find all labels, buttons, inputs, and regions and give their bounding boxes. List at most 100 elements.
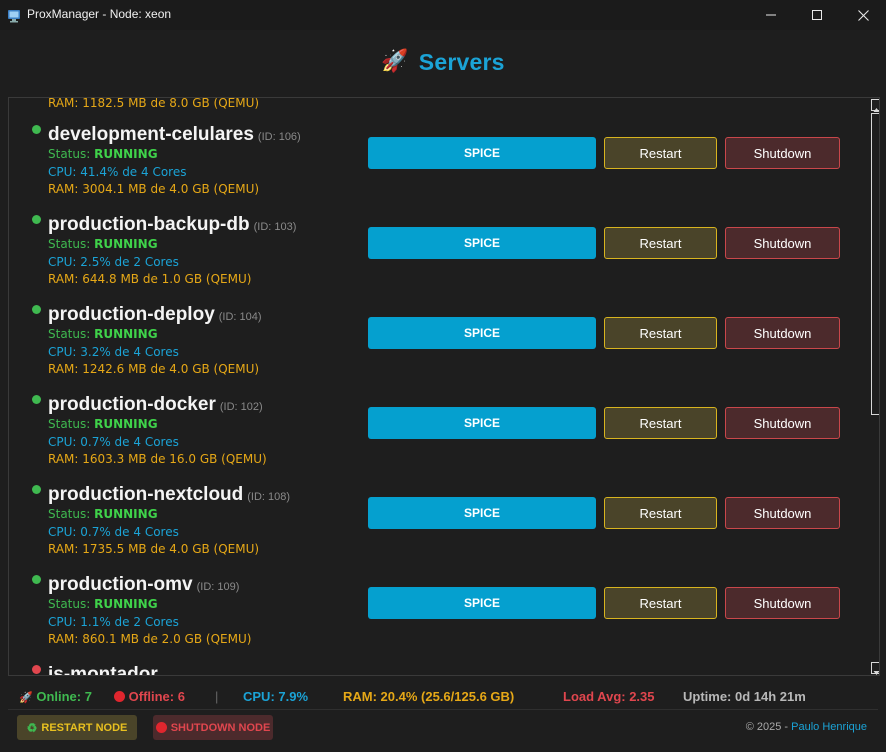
close-icon [857, 9, 869, 21]
server-name-row: production-docker (ID: 102) [48, 394, 263, 416]
server-card: production-nextcloud (ID: 108) Status: RU… [9, 478, 869, 568]
status-label: Status: [48, 597, 95, 611]
server-cpu: CPU: 0.7% de 4 Cores [48, 435, 179, 449]
status-label: Status: [48, 507, 95, 521]
shutdown-button[interactable]: Shutdown [725, 497, 840, 529]
copyright-text: © 2025 - [745, 721, 792, 733]
server-name: production-docker [48, 394, 216, 415]
partial-server-ram: RAM: 1182.5 MB de 8.0 GB (QEMU) [48, 97, 260, 110]
server-name: production-nextcloud [48, 484, 244, 505]
server-status: Status: RUNNING [48, 597, 158, 611]
server-cpu: CPU: 2.5% de 2 Cores [48, 255, 179, 269]
footer-divider [8, 709, 878, 710]
status-dot-icon [32, 575, 41, 584]
shutdown-node-label: SHUTDOWN NODE [170, 721, 271, 734]
spice-button[interactable]: SPICE [368, 497, 596, 529]
server-card: production-omv (ID: 109) Status: RUNNING … [9, 568, 869, 658]
shutdown-button[interactable]: Shutdown [725, 227, 840, 259]
server-name: js-montador [48, 664, 158, 676]
author-link[interactable]: Paulo Henrique [791, 721, 867, 733]
server-name: production-omv [48, 574, 193, 595]
server-id: (ID: 104) [218, 311, 262, 323]
online-count: 🚀 Online: 7 [19, 689, 92, 704]
maximize-button[interactable] [794, 0, 840, 30]
status-dot-icon [32, 215, 41, 224]
server-status: Status: RUNNING [48, 507, 158, 521]
restart-button[interactable]: Restart [604, 317, 717, 349]
spice-button[interactable]: SPICE [368, 137, 596, 169]
server-id: (ID: 103) [253, 221, 297, 233]
server-name-row: production-nextcloud (ID: 108) [48, 484, 290, 506]
server-card: production-docker (ID: 102) Status: RUNNI… [9, 388, 869, 478]
scrollbar-thumb[interactable] [871, 113, 879, 415]
server-ram: RAM: 1603.3 MB de 16.0 GB (QEMU) [48, 452, 267, 466]
minimize-icon [766, 14, 776, 16]
close-button[interactable] [840, 0, 886, 30]
shutdown-button[interactable]: Shutdown [725, 317, 840, 349]
spice-button[interactable]: SPICE [368, 587, 596, 619]
online-label: Online: 7 [36, 689, 92, 704]
load-avg-stat: Load Avg: 2.35 [563, 689, 655, 704]
status-dot-icon [32, 485, 41, 494]
status-dot-icon [32, 305, 41, 314]
server-status: Status: RUNNING [48, 327, 158, 341]
rocket-icon: 🚀 [381, 49, 409, 74]
status-dot-icon [32, 395, 41, 404]
server-name: development-celulares [48, 124, 254, 145]
shutdown-node-button[interactable]: SHUTDOWN NODE [153, 715, 273, 740]
scroll-down-button[interactable] [871, 662, 879, 675]
app-icon [7, 8, 21, 23]
shutdown-button[interactable]: Shutdown [725, 137, 840, 169]
status-label: Status: [48, 417, 95, 431]
scroll-up-button[interactable] [871, 99, 879, 112]
restart-button[interactable]: Restart [604, 227, 717, 259]
page-header: 🚀 Servers [0, 44, 886, 80]
status-value: RUNNING [94, 327, 158, 341]
stats-separator: | [215, 689, 219, 704]
title-bar: ProxManager - Node: xeon [0, 0, 886, 30]
server-name: production-deploy [48, 304, 215, 325]
stats-bar: 🚀 Online: 7 Offline: 6 | CPU: 7.9% RAM: … [0, 686, 886, 706]
restart-button[interactable]: Restart [604, 587, 717, 619]
ram-stat: RAM: 20.4% (25.6/125.6 GB) [343, 689, 515, 704]
server-id: (ID: 109) [196, 581, 240, 593]
server-ram: RAM: 860.1 MB de 2.0 GB (QEMU) [48, 632, 252, 646]
server-cpu: CPU: 0.7% de 4 Cores [48, 525, 179, 539]
spice-button[interactable]: SPICE [368, 317, 596, 349]
server-id: (ID: 102) [219, 401, 263, 413]
restart-node-label: RESTART NODE [41, 721, 128, 734]
server-card: development-celulares (ID: 106) Status: R… [9, 118, 869, 208]
restart-button[interactable]: Restart [604, 137, 717, 169]
server-ram: RAM: 1242.6 MB de 4.0 GB (QEMU) [48, 362, 260, 376]
server-card: production-backup-db (ID: 103) Status: RU… [9, 208, 869, 298]
server-name: production-backup-db [48, 214, 250, 235]
server-status: Status: RUNNING [48, 237, 158, 251]
status-dot-icon [32, 665, 41, 674]
status-value: RUNNING [94, 417, 158, 431]
server-name-row: production-backup-db (ID: 103) [48, 214, 296, 236]
restart-node-button[interactable]: ♻ RESTART NODE [17, 715, 137, 740]
server-id: (ID: 108) [247, 491, 291, 503]
server-ram: RAM: 1735.5 MB de 4.0 GB (QEMU) [48, 542, 260, 556]
recycle-icon: ♻ [26, 720, 38, 735]
shutdown-button[interactable]: Shutdown [725, 407, 840, 439]
server-name-row: production-omv (ID: 109) [48, 574, 239, 596]
server-list[interactable]: RAM: 1182.5 MB de 8.0 GB (QEMU) developm… [8, 97, 880, 676]
status-value: RUNNING [94, 597, 158, 611]
shutdown-button[interactable]: Shutdown [725, 587, 840, 619]
offline-count: Offline: 6 [114, 689, 185, 704]
spice-button[interactable]: SPICE [368, 227, 596, 259]
status-dot-icon [32, 125, 41, 134]
minimize-button[interactable] [748, 0, 794, 30]
status-label: Status: [48, 147, 95, 161]
arrow-down-icon [873, 671, 879, 675]
cpu-stat: CPU: 7.9% [243, 689, 309, 704]
server-card: production-deploy (ID: 104) Status: RUNNI… [9, 298, 869, 388]
restart-button[interactable]: Restart [604, 497, 717, 529]
spice-button[interactable]: SPICE [368, 407, 596, 439]
status-value: RUNNING [94, 507, 158, 521]
scrollbar[interactable] [871, 98, 879, 675]
restart-button[interactable]: Restart [604, 407, 717, 439]
red-circle-icon [114, 691, 125, 702]
rocket-icon: 🚀 [19, 692, 33, 704]
